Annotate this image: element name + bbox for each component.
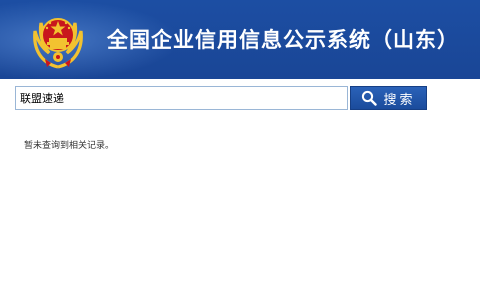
site-title: 全国企业信用信息公示系统（山东）	[107, 28, 459, 52]
search-icon	[362, 90, 378, 106]
no-result-message: 暂未查询到相关记录。	[24, 141, 115, 151]
search-button-label: 搜索	[383, 92, 416, 108]
search-input[interactable]	[15, 86, 348, 110]
page: 全国企业信用信息公示系统（山东） 搜索 暂未查询到相关记录。	[0, 0, 480, 300]
search-button[interactable]: 搜索	[350, 86, 427, 110]
site-header: 全国企业信用信息公示系统（山东）	[0, 0, 480, 79]
search-bar: 搜索	[15, 86, 435, 110]
national-emblem-icon	[33, 18, 83, 69]
